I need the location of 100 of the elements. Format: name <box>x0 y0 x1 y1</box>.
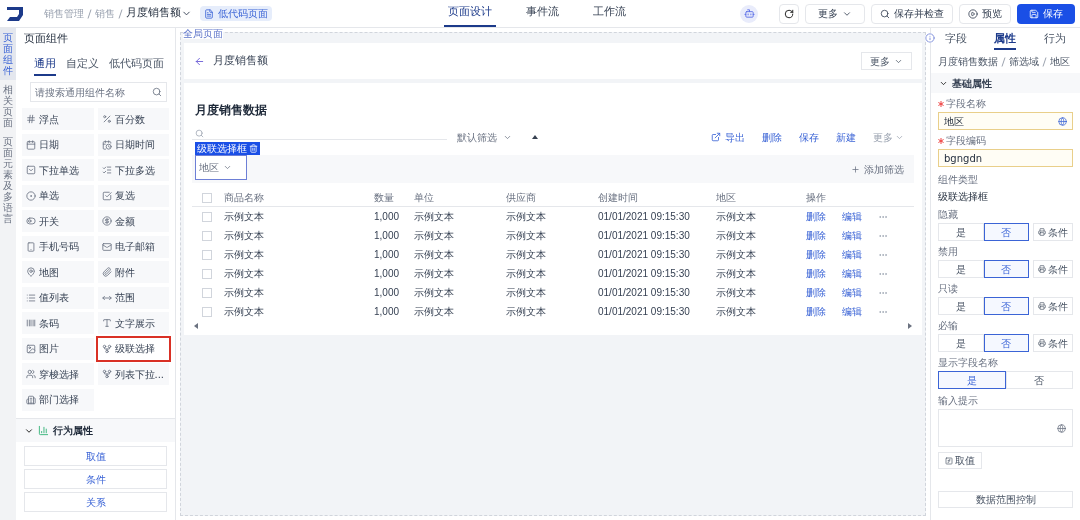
checkbox[interactable] <box>202 249 212 260</box>
save-button[interactable]: 保存 <box>1017 3 1075 24</box>
checkbox[interactable] <box>202 211 212 222</box>
cascade-select[interactable]: 地区 <box>195 155 247 180</box>
component-item[interactable]: 日期时间 <box>97 133 169 156</box>
row-action-link[interactable]: 编辑 <box>842 228 862 243</box>
row-action-link[interactable]: 删除 <box>806 228 826 243</box>
scroll-right-icon[interactable] <box>908 323 912 329</box>
row-action-link[interactable]: 编辑 <box>842 209 862 224</box>
property-tab[interactable]: 行为 <box>1044 30 1067 50</box>
side-tab[interactable]: 相关页面 <box>0 80 16 132</box>
behavior-button[interactable]: 关系 <box>24 492 167 512</box>
side-tab[interactable]: 页面元素及多语言 <box>0 132 16 228</box>
segment-option[interactable]: 是 <box>938 260 984 278</box>
condition-button[interactable]: 条件 <box>1033 223 1073 241</box>
data-scope-button[interactable]: 数据范围控制 <box>938 491 1073 508</box>
globe-icon[interactable] <box>1057 423 1066 433</box>
row-action-link[interactable]: 删除 <box>806 285 826 300</box>
checkbox[interactable] <box>202 230 212 241</box>
row-action-link[interactable]: 编辑 <box>842 304 862 319</box>
segment-option[interactable]: 否 <box>983 297 1029 315</box>
component-item[interactable]: 穿梭选择 <box>22 363 94 385</box>
component-item[interactable]: 附件 <box>97 261 169 283</box>
row-action-link[interactable]: 编辑 <box>842 285 862 300</box>
segment-option[interactable]: 否 <box>983 260 1029 278</box>
table-cell: 示例文本 <box>224 287 264 298</box>
segment-option[interactable]: 否 <box>983 334 1029 352</box>
condition-button[interactable]: 条件 <box>1033 260 1073 278</box>
row-action-link[interactable]: 删除 <box>806 304 826 319</box>
component-item[interactable]: 级联选择 <box>97 337 169 360</box>
export-button[interactable]: 导出 <box>711 129 745 145</box>
component-item[interactable]: 百分数 <box>97 108 169 130</box>
segment-option[interactable]: 否 <box>983 223 1029 241</box>
page-title[interactable]: 月度销售额 <box>126 5 181 22</box>
action-link[interactable]: 删除 <box>762 129 782 145</box>
component-item[interactable]: 列表下拉... <box>97 363 169 385</box>
component-item[interactable]: 开关 <box>22 210 94 232</box>
top-tab[interactable]: 工作流 <box>589 0 630 27</box>
component-item[interactable]: 单选 <box>22 184 94 207</box>
panel-tab[interactable]: 通用 <box>34 55 56 76</box>
row-action-link[interactable]: 删除 <box>806 209 826 224</box>
component-item[interactable]: 电子邮箱 <box>97 235 169 258</box>
condition-button[interactable]: 条件 <box>1033 297 1073 315</box>
component-item[interactable]: 值列表 <box>22 286 94 309</box>
panel-tab[interactable]: 自定义 <box>66 55 99 76</box>
component-item[interactable]: 金额 <box>97 210 169 232</box>
more-button[interactable]: 更多 <box>805 3 865 24</box>
segment-option[interactable]: 否 <box>1005 371 1073 389</box>
save-check-button[interactable]: 保存并检查 <box>871 3 953 24</box>
checkbox[interactable] <box>202 306 212 317</box>
scroll-left-icon[interactable] <box>194 323 198 329</box>
action-link[interactable]: 新建 <box>836 129 856 145</box>
checkbox[interactable] <box>202 287 212 298</box>
component-item[interactable]: 下拉多选 <box>97 159 169 181</box>
segment-option[interactable]: 是 <box>938 334 984 352</box>
property-tab[interactable]: 属性 <box>994 30 1017 50</box>
behavior-button[interactable]: 条件 <box>24 469 167 489</box>
component-item[interactable]: 文字展示 <box>97 312 169 334</box>
segment-option[interactable]: 是 <box>938 297 984 315</box>
checkbox[interactable] <box>202 268 212 279</box>
panel-tab[interactable]: 低代码页面 <box>109 55 164 76</box>
value-button[interactable]: 取值 <box>938 452 982 469</box>
search-field[interactable]: 请搜索通用组件名称 <box>30 82 167 102</box>
more-button[interactable]: 更多 <box>861 52 912 70</box>
checkbox[interactable] <box>202 192 212 203</box>
condition-button[interactable]: 条件 <box>1033 334 1073 352</box>
component-item[interactable]: 浮点 <box>22 108 94 130</box>
component-item[interactable]: 手机号码 <box>22 235 94 258</box>
row-action-link[interactable]: 编辑 <box>842 266 862 281</box>
sort-icon[interactable] <box>532 135 538 139</box>
robot-icon[interactable] <box>740 4 758 23</box>
behavior-button[interactable]: 取值 <box>24 446 167 466</box>
filter-dropdown[interactable]: 默认筛选 <box>457 129 512 145</box>
component-item[interactable]: 图片 <box>22 337 94 360</box>
text-field[interactable]: bgngdn <box>938 149 1073 167</box>
add-filter-button[interactable]: 添加筛选 <box>851 161 904 177</box>
preview-button[interactable]: 预览 <box>959 3 1011 24</box>
property-tab[interactable]: 字段 <box>944 30 967 50</box>
component-item[interactable]: 复选 <box>97 184 169 207</box>
segment-option[interactable]: 是 <box>938 223 984 241</box>
action-link[interactable]: 保存 <box>799 129 819 145</box>
row-action-link[interactable]: 编辑 <box>842 247 862 262</box>
component-item[interactable]: 范围 <box>97 286 169 309</box>
component-item[interactable]: 条码 <box>22 312 94 334</box>
component-item[interactable]: 下拉单选 <box>22 159 94 181</box>
info-icon[interactable] <box>925 33 935 43</box>
row-action-link[interactable]: 删除 <box>806 266 826 281</box>
component-item[interactable]: 地图 <box>22 261 94 283</box>
top-tab[interactable]: 事件流 <box>522 0 563 27</box>
component-item[interactable]: 部门选择 <box>22 388 94 411</box>
side-tab[interactable]: 页面组件 <box>0 28 16 80</box>
trash-icon[interactable] <box>249 144 258 153</box>
refresh-button[interactable] <box>779 3 799 24</box>
segment-option[interactable]: 是 <box>938 371 1006 389</box>
component-item[interactable]: 日期 <box>22 133 94 156</box>
back-icon[interactable] <box>194 55 205 67</box>
row-action-link[interactable]: 删除 <box>806 247 826 262</box>
globe-icon[interactable] <box>1058 116 1067 126</box>
search-field[interactable] <box>192 127 447 140</box>
text-field[interactable]: 地区 <box>938 112 1073 130</box>
